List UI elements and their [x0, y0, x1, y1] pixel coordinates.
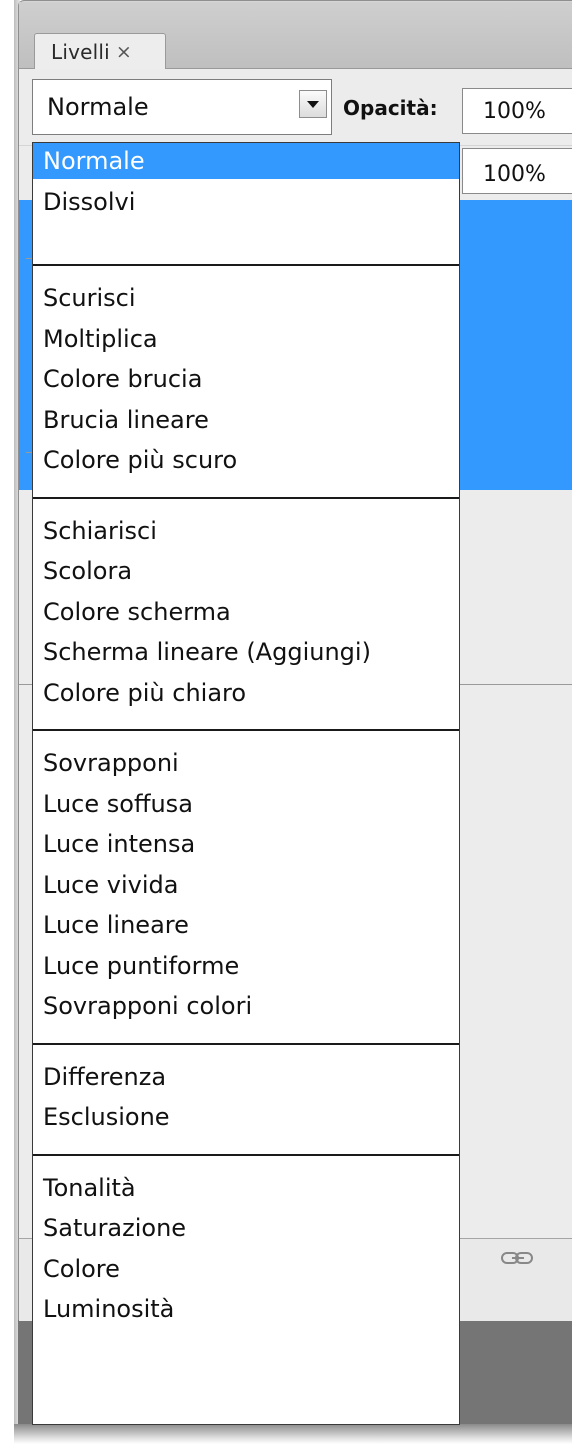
menu-item-luce-soffusa[interactable]: Luce soffusa — [33, 786, 459, 822]
menu-separator — [33, 264, 459, 266]
fill-value: 100% — [483, 162, 546, 187]
menu-item-label: Schiarisci — [43, 516, 157, 545]
menu-item-colore[interactable]: Colore — [33, 1251, 459, 1287]
menu-item-sovrapponi[interactable]: Sovrapponi — [33, 745, 459, 781]
menu-item-label: Moltiplica — [43, 324, 158, 353]
menu-item-luminosità[interactable]: Luminosità — [33, 1291, 459, 1327]
menu-item-label: Luce lineare — [43, 911, 189, 939]
blend-mode-value: Normale — [47, 93, 149, 121]
menu-item-colore-più-scuro[interactable]: Colore più scuro — [33, 442, 459, 478]
menu-item-scherma-lineare-aggiungi[interactable]: Scherma lineare (Aggiungi) — [33, 634, 459, 670]
menu-separator — [33, 1042, 459, 1045]
menu-item-scolora[interactable]: Scolora — [33, 553, 459, 589]
tab-livelli[interactable]: Livelli × — [34, 33, 166, 70]
menu-item-label: Differenza — [43, 1062, 167, 1091]
menu-item-brucia-lineare[interactable]: Brucia lineare — [33, 402, 459, 438]
menu-item-label: Colore più scuro — [43, 446, 238, 474]
menu-item-moltiplica[interactable]: Moltiplica — [33, 321, 459, 357]
menu-separator — [33, 496, 459, 499]
menu-item-luce-intensa[interactable]: Luce intensa — [33, 826, 459, 862]
menu-item-differenza[interactable]: Differenza — [33, 1059, 459, 1095]
menu-item-normale[interactable]: Normale — [33, 143, 459, 179]
menu-item-label: Luce soffusa — [43, 789, 193, 818]
opacity-input[interactable]: 100% — [462, 88, 572, 134]
menu-item-colore-più-chiaro[interactable]: Colore più chiaro — [33, 675, 459, 711]
chevron-down-icon — [307, 100, 319, 108]
menu-item-label: Colore scherma — [43, 597, 231, 626]
window-shadow-bottom — [14, 1424, 572, 1444]
fill-input[interactable]: 100% — [462, 148, 572, 194]
menu-item-label: Esclusione — [43, 1103, 170, 1131]
menu-item-luce-lineare[interactable]: Luce lineare — [33, 907, 459, 943]
menu-item-label: Scolora — [43, 557, 133, 585]
menu-item-label: Saturazione — [43, 1214, 187, 1242]
menu-item-label: Luce vivida — [43, 870, 179, 899]
menu-item-label: Scurisci — [43, 284, 136, 312]
dropdown-button[interactable] — [299, 90, 327, 118]
menu-item-label: Luminosità — [43, 1295, 175, 1323]
menu-item-label: Normale — [43, 147, 145, 175]
menu-item-label: Colore più chiaro — [43, 678, 247, 707]
menu-item-luce-puntiforme[interactable]: Luce puntiforme — [33, 948, 459, 984]
menu-item-label: Dissolvi — [43, 187, 136, 216]
menu-item-colore-brucia[interactable]: Colore brucia — [33, 361, 459, 397]
menu-item-label: Tonalità — [43, 1173, 136, 1202]
menu-item-luce-vivida[interactable]: Luce vivida — [33, 867, 459, 903]
menu-item-dissolvi[interactable]: Dissolvi — [33, 184, 459, 220]
menu-separator — [33, 1153, 459, 1156]
menu-item-scurisci[interactable]: Scurisci — [33, 280, 459, 316]
blend-mode-select[interactable]: Normale — [32, 79, 332, 135]
menu-item-label: Scherma lineare (Aggiungi) — [43, 638, 371, 666]
menu-item-colore-scherma[interactable]: Colore scherma — [33, 594, 459, 630]
menu-item-tonalità[interactable]: Tonalità — [33, 1170, 459, 1206]
menu-item-label: Brucia lineare — [43, 405, 209, 434]
menu-item-label: Sovrapponi colori — [43, 992, 253, 1020]
blend-mode-menu: Normale Dissolvi Scurisci Moltiplica Colore … — [32, 142, 460, 1425]
menu-item-sovrapponi-colori[interactable]: Sovrapponi colori — [33, 988, 459, 1024]
menu-item-label: Luce intensa — [43, 830, 196, 858]
link-icon[interactable] — [500, 1248, 540, 1270]
menu-item-label: Colore — [43, 1254, 120, 1283]
menu-separator — [33, 729, 459, 731]
menu-item-saturazione[interactable]: Saturazione — [33, 1210, 459, 1246]
menu-item-schiarisci[interactable]: Schiarisci — [33, 513, 459, 549]
opacity-label: Opacità: — [343, 96, 438, 120]
menu-item-label: Sovrapponi — [43, 749, 179, 777]
close-icon[interactable]: × — [116, 41, 132, 63]
menu-item-esclusione[interactable]: Esclusione — [33, 1099, 459, 1135]
tab-label: Livelli — [51, 40, 110, 64]
opacity-value: 100% — [483, 99, 546, 124]
menu-item-label: Colore brucia — [43, 365, 203, 393]
menu-item-label: Luce puntiforme — [43, 951, 240, 980]
